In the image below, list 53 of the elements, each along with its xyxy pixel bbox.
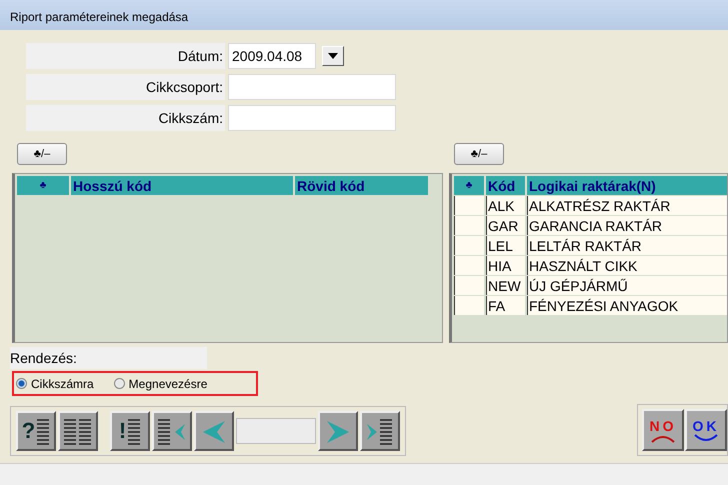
window-title: Riport paramétereinek megadása xyxy=(0,0,728,30)
frown-icon xyxy=(650,434,676,442)
row-selector[interactable] xyxy=(454,276,484,295)
column-header[interactable]: ♣ xyxy=(454,176,484,195)
column-header[interactable]: Logikai raktárak(N) xyxy=(527,176,727,195)
radio-option[interactable]: Cikkszámra xyxy=(16,376,94,390)
row-selector[interactable] xyxy=(454,216,484,235)
radio-label: Megnevezésre xyxy=(128,376,208,390)
table-cell: GARANCIA RAKTÁR xyxy=(527,216,727,235)
row-selector[interactable] xyxy=(454,256,484,275)
table-cell: GAR xyxy=(486,216,525,235)
list-button[interactable] xyxy=(58,411,98,451)
ok-button[interactable]: OK xyxy=(685,409,727,451)
toggle-button[interactable]: ♣/– xyxy=(17,143,67,165)
first-button[interactable] xyxy=(152,411,192,451)
column-header[interactable]: Kód xyxy=(486,176,525,195)
table-cell: NEW xyxy=(486,276,525,295)
field-label: Cikkszám: xyxy=(26,105,225,131)
row-selector[interactable] xyxy=(454,296,484,315)
query-button[interactable]: ? xyxy=(16,411,56,451)
radio-label: Cikkszámra xyxy=(31,376,94,390)
radio-button[interactable] xyxy=(16,378,27,389)
table-cell: HASZNÁLT CIKK xyxy=(527,256,727,275)
table-cell: HIA xyxy=(486,256,525,275)
date-field[interactable]: 2009.04.08 xyxy=(228,43,316,69)
radio-button[interactable] xyxy=(114,378,125,389)
dropdown-button[interactable] xyxy=(322,46,344,66)
table-cell: FA xyxy=(486,296,525,315)
column-header[interactable]: Hosszú kód xyxy=(71,176,293,195)
record-field[interactable] xyxy=(236,418,316,444)
filter-button[interactable]: ! xyxy=(110,411,150,451)
row-selector[interactable] xyxy=(454,236,484,255)
radio-option[interactable]: Megnevezésre xyxy=(114,376,208,390)
table-cell: ALK xyxy=(486,196,525,215)
column-header[interactable]: ♣ xyxy=(17,176,69,195)
smile-icon xyxy=(693,434,719,442)
table-cell: LELTÁR RAKTÁR xyxy=(527,236,727,255)
table-cell: ÚJ GÉPJÁRMŰ xyxy=(527,276,727,295)
last-button[interactable] xyxy=(360,411,400,451)
table-cell: ALKATRÉSZ RAKTÁR xyxy=(527,196,727,215)
field-label: Cikkcsoport: xyxy=(26,74,225,100)
field-label: Dátum: xyxy=(26,43,225,69)
caret-icon xyxy=(328,53,338,59)
toggle-button[interactable]: ♣/– xyxy=(454,143,504,165)
row-selector[interactable] xyxy=(454,196,484,215)
sort-label: Rendezés: xyxy=(10,347,207,369)
table-cell: FÉNYEZÉSI ANYAGOK xyxy=(527,296,727,315)
next-button[interactable] xyxy=(318,411,358,451)
input-field[interactable] xyxy=(228,105,396,131)
column-header[interactable]: Rövid kód xyxy=(295,176,428,195)
table-cell: LEL xyxy=(486,236,525,255)
input-field[interactable] xyxy=(228,74,396,100)
prev-button[interactable] xyxy=(194,411,234,451)
